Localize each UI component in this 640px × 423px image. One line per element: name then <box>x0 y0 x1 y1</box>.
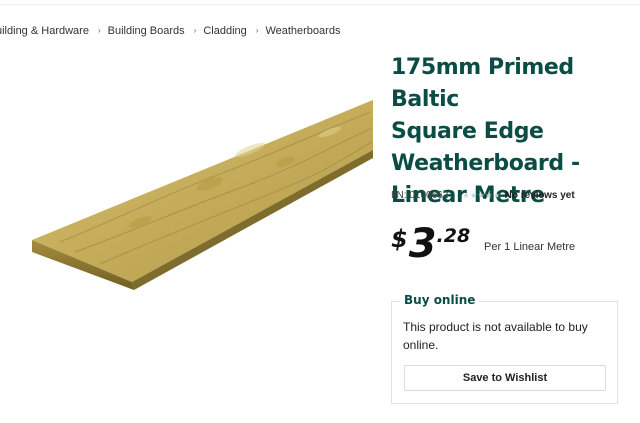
product-image[interactable] <box>20 92 380 302</box>
price-unit: Per 1 Linear Metre <box>484 241 576 253</box>
buy-online-panel: Buy online This product is not available… <box>391 293 618 404</box>
chevron-right-icon: › <box>97 25 101 35</box>
product-meta: I/N: 0100662 ★★★★★ No reviews yet <box>391 190 575 201</box>
chevron-right-icon: › <box>193 25 197 35</box>
breadcrumb-cladding[interactable]: Cladding <box>203 25 246 37</box>
price-currency: $ <box>391 225 408 253</box>
title-line: Square Edge <box>391 119 544 144</box>
item-number: I/N: 0100662 <box>391 190 449 201</box>
price-cents: .28 <box>436 225 471 247</box>
rating-stars-icon[interactable]: ★★★★★ <box>462 191 500 200</box>
chevron-right-icon: › <box>255 25 259 35</box>
breadcrumb: uilding & Hardware › Building Boards › C… <box>0 25 340 37</box>
top-divider <box>0 4 640 5</box>
product-page: uilding & Hardware › Building Boards › C… <box>0 0 640 423</box>
title-line: Weatherboard - <box>391 151 580 176</box>
price-dollars: 3 <box>408 221 437 267</box>
save-to-wishlist-button[interactable]: Save to Wishlist <box>404 365 606 391</box>
breadcrumb-building-hardware[interactable]: uilding & Hardware <box>0 25 89 37</box>
timber-weatherboard-image <box>32 100 373 290</box>
title-line: 175mm Primed Baltic <box>391 55 574 112</box>
availability-message: This product is not available to buy onl… <box>403 320 588 352</box>
breadcrumb-building-boards[interactable]: Building Boards <box>108 25 185 37</box>
price: $ 3 .28 <box>391 222 470 266</box>
product-title: 175mm Primed Baltic Square Edge Weatherb… <box>391 52 631 212</box>
reviews-link[interactable]: No reviews yet <box>505 190 575 201</box>
buy-online-title: Buy online <box>400 293 480 307</box>
breadcrumb-weatherboards[interactable]: Weatherboards <box>265 25 340 37</box>
